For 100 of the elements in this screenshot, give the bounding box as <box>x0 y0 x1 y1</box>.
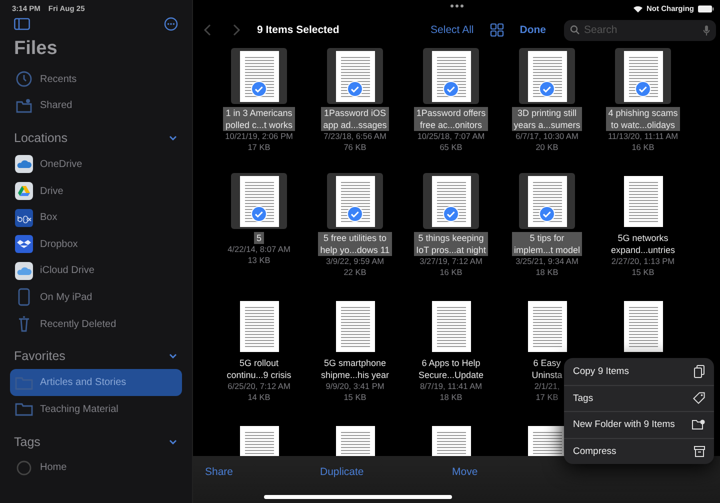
toolbar-button[interactable]: Share <box>205 466 234 478</box>
drive-icon <box>15 182 33 200</box>
file-date: 8/7/19, 11:41 AM <box>420 381 482 392</box>
file-thumbnail[interactable] <box>327 173 383 229</box>
file-date: 9/9/20, 3:41 PM <box>326 381 384 392</box>
menu-item[interactable]: Copy 9 Items <box>564 358 714 384</box>
sidebar-item[interactable]: Teaching Material <box>10 396 182 423</box>
file-thumbnail[interactable] <box>615 48 671 104</box>
checkmark-icon <box>635 81 651 97</box>
sidebar-item[interactable]: Recently Deleted <box>10 310 182 338</box>
file-size: 18 KB <box>536 267 558 278</box>
section-header: Tags <box>14 434 40 449</box>
search-icon <box>570 24 580 34</box>
sidebar-item[interactable]: Drive <box>10 178 182 204</box>
file-size: 15 KB <box>344 392 366 403</box>
file-thumbnail[interactable] <box>231 173 287 229</box>
file-name: 3D printing still years a...sumers <box>512 107 582 131</box>
document-page <box>336 300 374 352</box>
file-name: 5G networks expand...untries <box>610 232 676 256</box>
file-date: 3/27/19, 7:12 AM <box>420 256 482 267</box>
toolbar-button[interactable]: Duplicate <box>320 466 364 478</box>
battery-icon <box>698 4 714 12</box>
document-page <box>432 300 470 352</box>
grid-view-icon[interactable] <box>490 23 504 37</box>
shared-folder-icon <box>15 96 33 115</box>
new-folder-icon <box>692 419 705 430</box>
file-date: 6/7/17, 10:30 AM <box>516 131 578 142</box>
file-name: 5 things keeping IoT pros...at night <box>414 232 488 256</box>
document-page <box>336 50 374 102</box>
document-page <box>432 176 470 226</box>
document-page <box>624 50 662 102</box>
file-thumbnail[interactable] <box>327 48 383 104</box>
menu-item[interactable]: New Folder with 9 Items <box>564 411 714 438</box>
file-size: 16 KB <box>632 142 654 153</box>
box-icon <box>15 208 33 227</box>
menu-item[interactable]: Tags <box>564 384 714 411</box>
sidebar-item[interactable]: Box <box>10 204 182 231</box>
cloud-icon <box>15 262 33 280</box>
checkmark-icon <box>443 81 459 97</box>
file-size: 20 KB <box>536 142 558 153</box>
file-name: 1Password offers free ac...onitors <box>414 107 488 131</box>
document-page <box>240 300 278 352</box>
file-name: 5 tips for implem...t model <box>512 232 582 256</box>
clock-icon <box>15 70 33 88</box>
microphone-icon[interactable] <box>703 24 710 36</box>
file-date: 10/25/18, 7:07 AM <box>417 131 485 142</box>
selection-title: 9 Items Selected <box>257 24 340 36</box>
file-date: 4/22/14, 8:07 AM <box>228 244 290 255</box>
tag-icon <box>693 392 705 404</box>
more-icon[interactable] <box>164 17 178 31</box>
document-page <box>624 176 662 226</box>
toolbar-button[interactable]: Move <box>452 466 478 478</box>
checkmark-icon <box>347 206 363 222</box>
file-name: 1Password iOS app ad...ssages <box>321 107 389 131</box>
tag-circle-icon <box>15 458 33 477</box>
file-size: 22 KB <box>344 267 366 278</box>
document-page <box>624 300 662 352</box>
sidebar-item[interactable]: Shared <box>10 92 182 120</box>
done-button[interactable]: Done <box>516 24 550 36</box>
multitasking-dots-icon[interactable] <box>450 4 464 8</box>
select-all-button[interactable]: Select All <box>426 24 478 36</box>
file-thumbnail[interactable] <box>519 48 575 104</box>
document-page <box>240 176 278 226</box>
file-size: 76 KB <box>344 142 366 153</box>
sidebar-item[interactable]: On My iPad <box>10 284 182 311</box>
search-field[interactable]: Search <box>564 20 716 40</box>
copy-icon <box>694 364 705 378</box>
archive-icon <box>694 446 705 457</box>
checkmark-icon <box>443 206 459 222</box>
file-size: 15 KB <box>632 267 654 278</box>
file-size: 16 KB <box>440 267 462 278</box>
file-name: 5 free utilities to help yo...dows 11 <box>318 232 392 256</box>
file-thumbnail[interactable] <box>423 173 479 229</box>
file-thumbnail[interactable] <box>423 48 479 104</box>
file-date: 2/27/20, 1:13 PM <box>611 256 675 267</box>
checkmark-icon <box>251 206 267 222</box>
sidebar-toggle-icon[interactable] <box>14 18 30 30</box>
sidebar-item[interactable]: Dropbox <box>10 230 182 258</box>
sidebar-item[interactable]: Articles and Stories <box>10 369 182 396</box>
document-page <box>528 50 566 102</box>
file-date: 3/9/22, 9:59 AM <box>326 256 384 267</box>
file-date: 6/25/20, 7:12 AM <box>228 381 290 392</box>
sidebar-item[interactable]: Home <box>10 454 182 482</box>
sidebar-item[interactable]: iCloud Drive <box>10 258 182 284</box>
checkmark-icon <box>539 206 555 222</box>
menu-item[interactable]: Compress <box>564 438 714 464</box>
sidebar-item[interactable]: Recents <box>10 66 182 93</box>
file-thumbnail[interactable] <box>231 48 287 104</box>
file-name: 1 in 3 Americans polled c...t works <box>223 107 295 131</box>
file-name: 5G smartphone shipme...his year <box>320 357 390 381</box>
sidebar-item[interactable]: OneDrive <box>10 151 182 178</box>
file-size: 13 KB <box>248 255 270 266</box>
file-size: 17 KB <box>536 392 558 403</box>
file-thumbnail[interactable] <box>519 173 575 229</box>
document-page <box>528 176 566 226</box>
section-header: Favorites <box>14 349 66 364</box>
file-name: 4 phishing scams to watc...olidays <box>606 107 680 131</box>
file-date: 7/23/18, 6:56 AM <box>324 131 386 142</box>
checkmark-icon <box>251 81 267 97</box>
dropbox-icon <box>15 235 33 254</box>
